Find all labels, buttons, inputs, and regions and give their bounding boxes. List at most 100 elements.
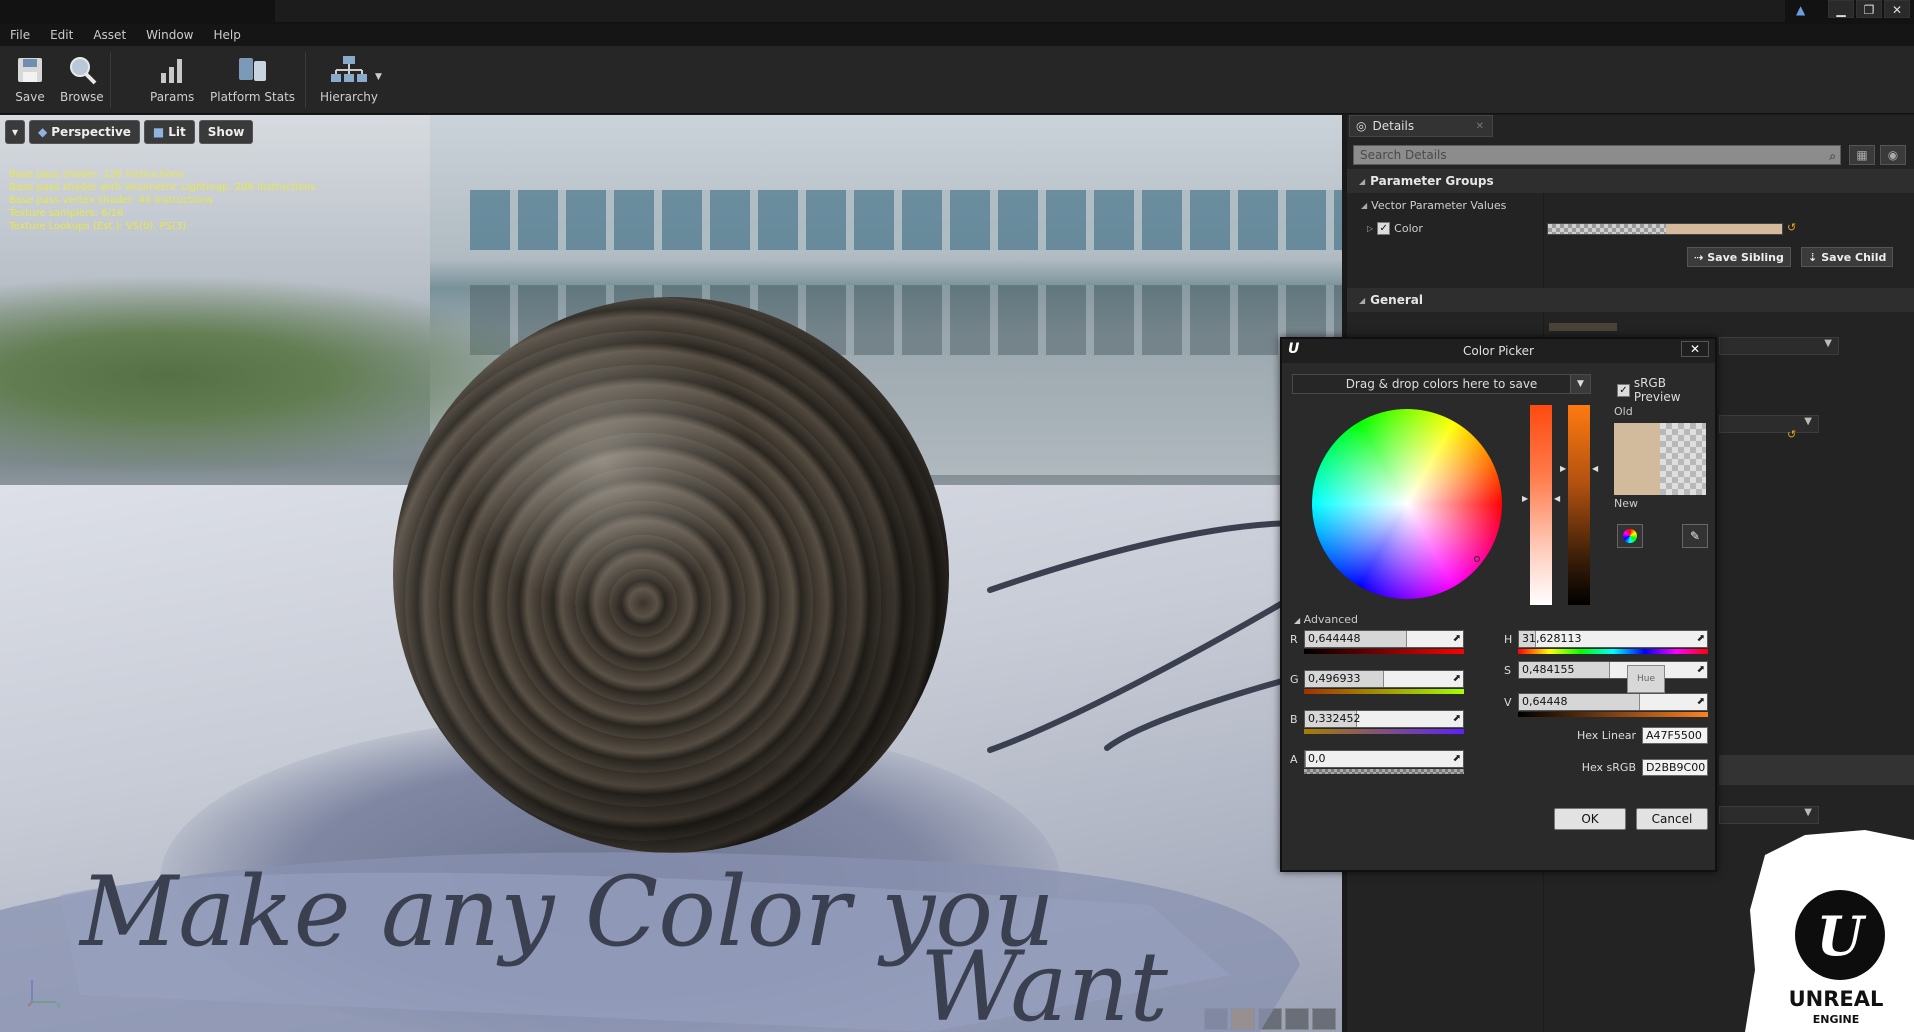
close-picker-button[interactable]: ✕ <box>1681 341 1709 357</box>
cancel-button[interactable]: Cancel <box>1636 808 1708 830</box>
general-header[interactable]: ◢ General <box>1347 288 1914 312</box>
a-channel-value: 0,0 <box>1308 752 1326 765</box>
close-tab-icon[interactable]: ✕ <box>1476 121 1484 132</box>
browse-label: Browse <box>60 90 104 104</box>
params-bars-icon <box>152 50 192 90</box>
a-channel-slider[interactable]: 0,0 ⬈ <box>1304 750 1464 768</box>
saturation-marker-icon[interactable]: ◀ <box>1554 494 1560 503</box>
value-marker-icon[interactable]: ▶ <box>1560 464 1566 473</box>
graduation-cap-icon[interactable]: ▲ <box>1796 3 1814 19</box>
platform-stats-icon <box>233 50 273 90</box>
saturation-slider-bar[interactable] <box>1530 405 1552 605</box>
swatch-alpha-checker <box>1548 224 1666 234</box>
color-wheel[interactable] <box>1312 409 1502 599</box>
unreal-material-editor: ▲ ▁ ❐ ✕ File Edit Asset Window Help Save… <box>0 0 1914 1032</box>
color-wheel-mode-button[interactable] <box>1617 524 1643 548</box>
search-icon: ⌕ <box>1829 149 1836 163</box>
chevron-down-icon[interactable]: ▼ <box>1570 375 1590 393</box>
maximize-button[interactable]: ❐ <box>1856 0 1882 18</box>
r-channel-gradient <box>1304 649 1464 654</box>
params-button[interactable]: Params <box>150 50 194 104</box>
g-channel-slider[interactable]: 0,496933 ⬈ <box>1304 670 1464 688</box>
general-label: General <box>1370 293 1423 307</box>
search-details-input[interactable]: Search Details ⌕ <box>1353 145 1841 165</box>
chevron-down-icon: ▼ <box>1824 338 1832 349</box>
v-channel-value: 0,64448 <box>1522 695 1568 708</box>
swatch-color <box>1666 224 1782 234</box>
menu-help[interactable]: Help <box>213 28 240 42</box>
parent-material-thumbnail <box>1549 323 1617 331</box>
tab-details[interactable]: ◎ Details ✕ <box>1349 115 1493 137</box>
general-dropdown-3[interactable]: ▼ <box>1719 806 1819 824</box>
save-child-button[interactable]: ⇣ Save Child <box>1801 247 1894 267</box>
search-placeholder: Search Details <box>1360 148 1447 162</box>
hierarchy-button[interactable]: Hierarchy <box>320 50 378 104</box>
close-window-button[interactable]: ✕ <box>1884 0 1910 18</box>
details-tab-label: Details <box>1372 119 1415 133</box>
expand-triangle-icon[interactable]: ▷ <box>1367 224 1373 233</box>
old-label: Old <box>1614 405 1633 418</box>
parameter-groups-header[interactable]: ◢ Parameter Groups <box>1347 169 1914 193</box>
advanced-label: Advanced <box>1303 613 1358 626</box>
b-channel-value: 0,332452 <box>1308 712 1361 725</box>
value-marker-icon[interactable]: ◀ <box>1592 464 1598 473</box>
r-channel-slider[interactable]: 0,644448 ⬈ <box>1304 630 1464 648</box>
property-matrix-button[interactable]: ▦ <box>1849 145 1875 165</box>
v-channel-slider[interactable]: 0,64448 ⬈ <box>1518 693 1708 711</box>
value-slider-bar[interactable] <box>1568 405 1590 605</box>
a-channel-fill <box>1305 751 1306 767</box>
h-channel-slider[interactable]: 31,628113 ⬈ <box>1518 630 1708 648</box>
b-channel-slider[interactable]: 0,332452 ⬈ <box>1304 710 1464 728</box>
r-channel-value: 0,644448 <box>1308 632 1361 645</box>
old-new-preview: Old New <box>1612 405 1708 510</box>
logo-engine-text: ENGINE <box>1813 1013 1860 1026</box>
general-dropdown-1[interactable]: ▼ <box>1719 337 1839 355</box>
hierarchy-label: Hierarchy <box>320 90 379 104</box>
hex-srgb-input[interactable]: D2BB9C00 <box>1642 759 1708 776</box>
section-header-hidden <box>1719 755 1914 785</box>
a-channel-gradient <box>1304 769 1464 774</box>
browse-button[interactable]: Browse <box>60 50 104 104</box>
srgb-preview-checkbox[interactable]: ✓ <box>1617 383 1630 397</box>
platform-stats-button[interactable]: Platform Stats <box>210 50 295 104</box>
menu-asset[interactable]: Asset <box>93 28 126 42</box>
toolbar-separator <box>305 52 306 108</box>
color-picker-title-bar[interactable]: U Color Picker <box>1282 339 1715 363</box>
r-channel-label: R <box>1290 633 1298 646</box>
chevron-down-icon: ▼ <box>1804 807 1812 818</box>
g-channel-gradient <box>1304 689 1464 694</box>
h-channel-gradient <box>1518 649 1708 654</box>
color-themes-dropdown[interactable]: Drag & drop colors here to save ▼ <box>1292 374 1591 394</box>
ok-button[interactable]: OK <box>1554 808 1626 830</box>
hex-linear-input[interactable]: A47F5500 <box>1642 727 1708 744</box>
handwriting-line1: Make any Color you <box>78 856 1055 968</box>
reset-to-default-icon[interactable]: ↺ <box>1787 428 1796 441</box>
title-bar: ▲ ▁ ❐ ✕ <box>0 0 1914 24</box>
material-preview-viewport[interactable]: ▾ ◆ Perspective ■ Lit Show Base pass sha… <box>0 115 1342 1032</box>
save-sibling-button[interactable]: ⇢ Save Sibling <box>1687 247 1791 267</box>
color-param-swatch[interactable] <box>1547 223 1783 235</box>
menu-window[interactable]: Window <box>146 28 193 42</box>
general-dropdown-2[interactable]: ▼ <box>1719 415 1819 433</box>
g-channel-label: G <box>1290 673 1299 686</box>
v-channel-gradient <box>1518 712 1708 717</box>
logo-unreal-text: UNREAL <box>1789 987 1884 1011</box>
menu-edit[interactable]: Edit <box>50 28 73 42</box>
minimize-button[interactable]: ▁ <box>1828 0 1854 18</box>
color-param-checkbox[interactable]: ✓ <box>1377 222 1391 235</box>
s-channel-slider[interactable]: 0,484155 ⬈ <box>1518 661 1708 679</box>
save-sibling-label: Save Sibling <box>1707 250 1784 264</box>
menu-file[interactable]: File <box>10 28 30 42</box>
v-channel-label: V <box>1504 696 1512 709</box>
srgb-preview-toggle[interactable]: ✓ sRGB Preview <box>1617 376 1715 404</box>
reset-to-default-icon[interactable]: ↺ <box>1787 221 1796 234</box>
color-wheel-selector[interactable] <box>1474 556 1480 562</box>
advanced-toggle[interactable]: ◢ Advanced <box>1294 613 1358 626</box>
save-button[interactable]: Save <box>10 50 50 104</box>
saturation-marker-icon[interactable]: ▶ <box>1522 494 1528 503</box>
hierarchy-dropdown-arrow-icon[interactable]: ▼ <box>375 72 382 82</box>
view-options-button[interactable]: ◉ <box>1880 145 1906 165</box>
new-label: New <box>1614 497 1638 510</box>
vector-parameter-values-row[interactable]: ◢ Vector Parameter Values <box>1361 199 1506 212</box>
eyedropper-button[interactable]: ✎ <box>1682 524 1708 548</box>
